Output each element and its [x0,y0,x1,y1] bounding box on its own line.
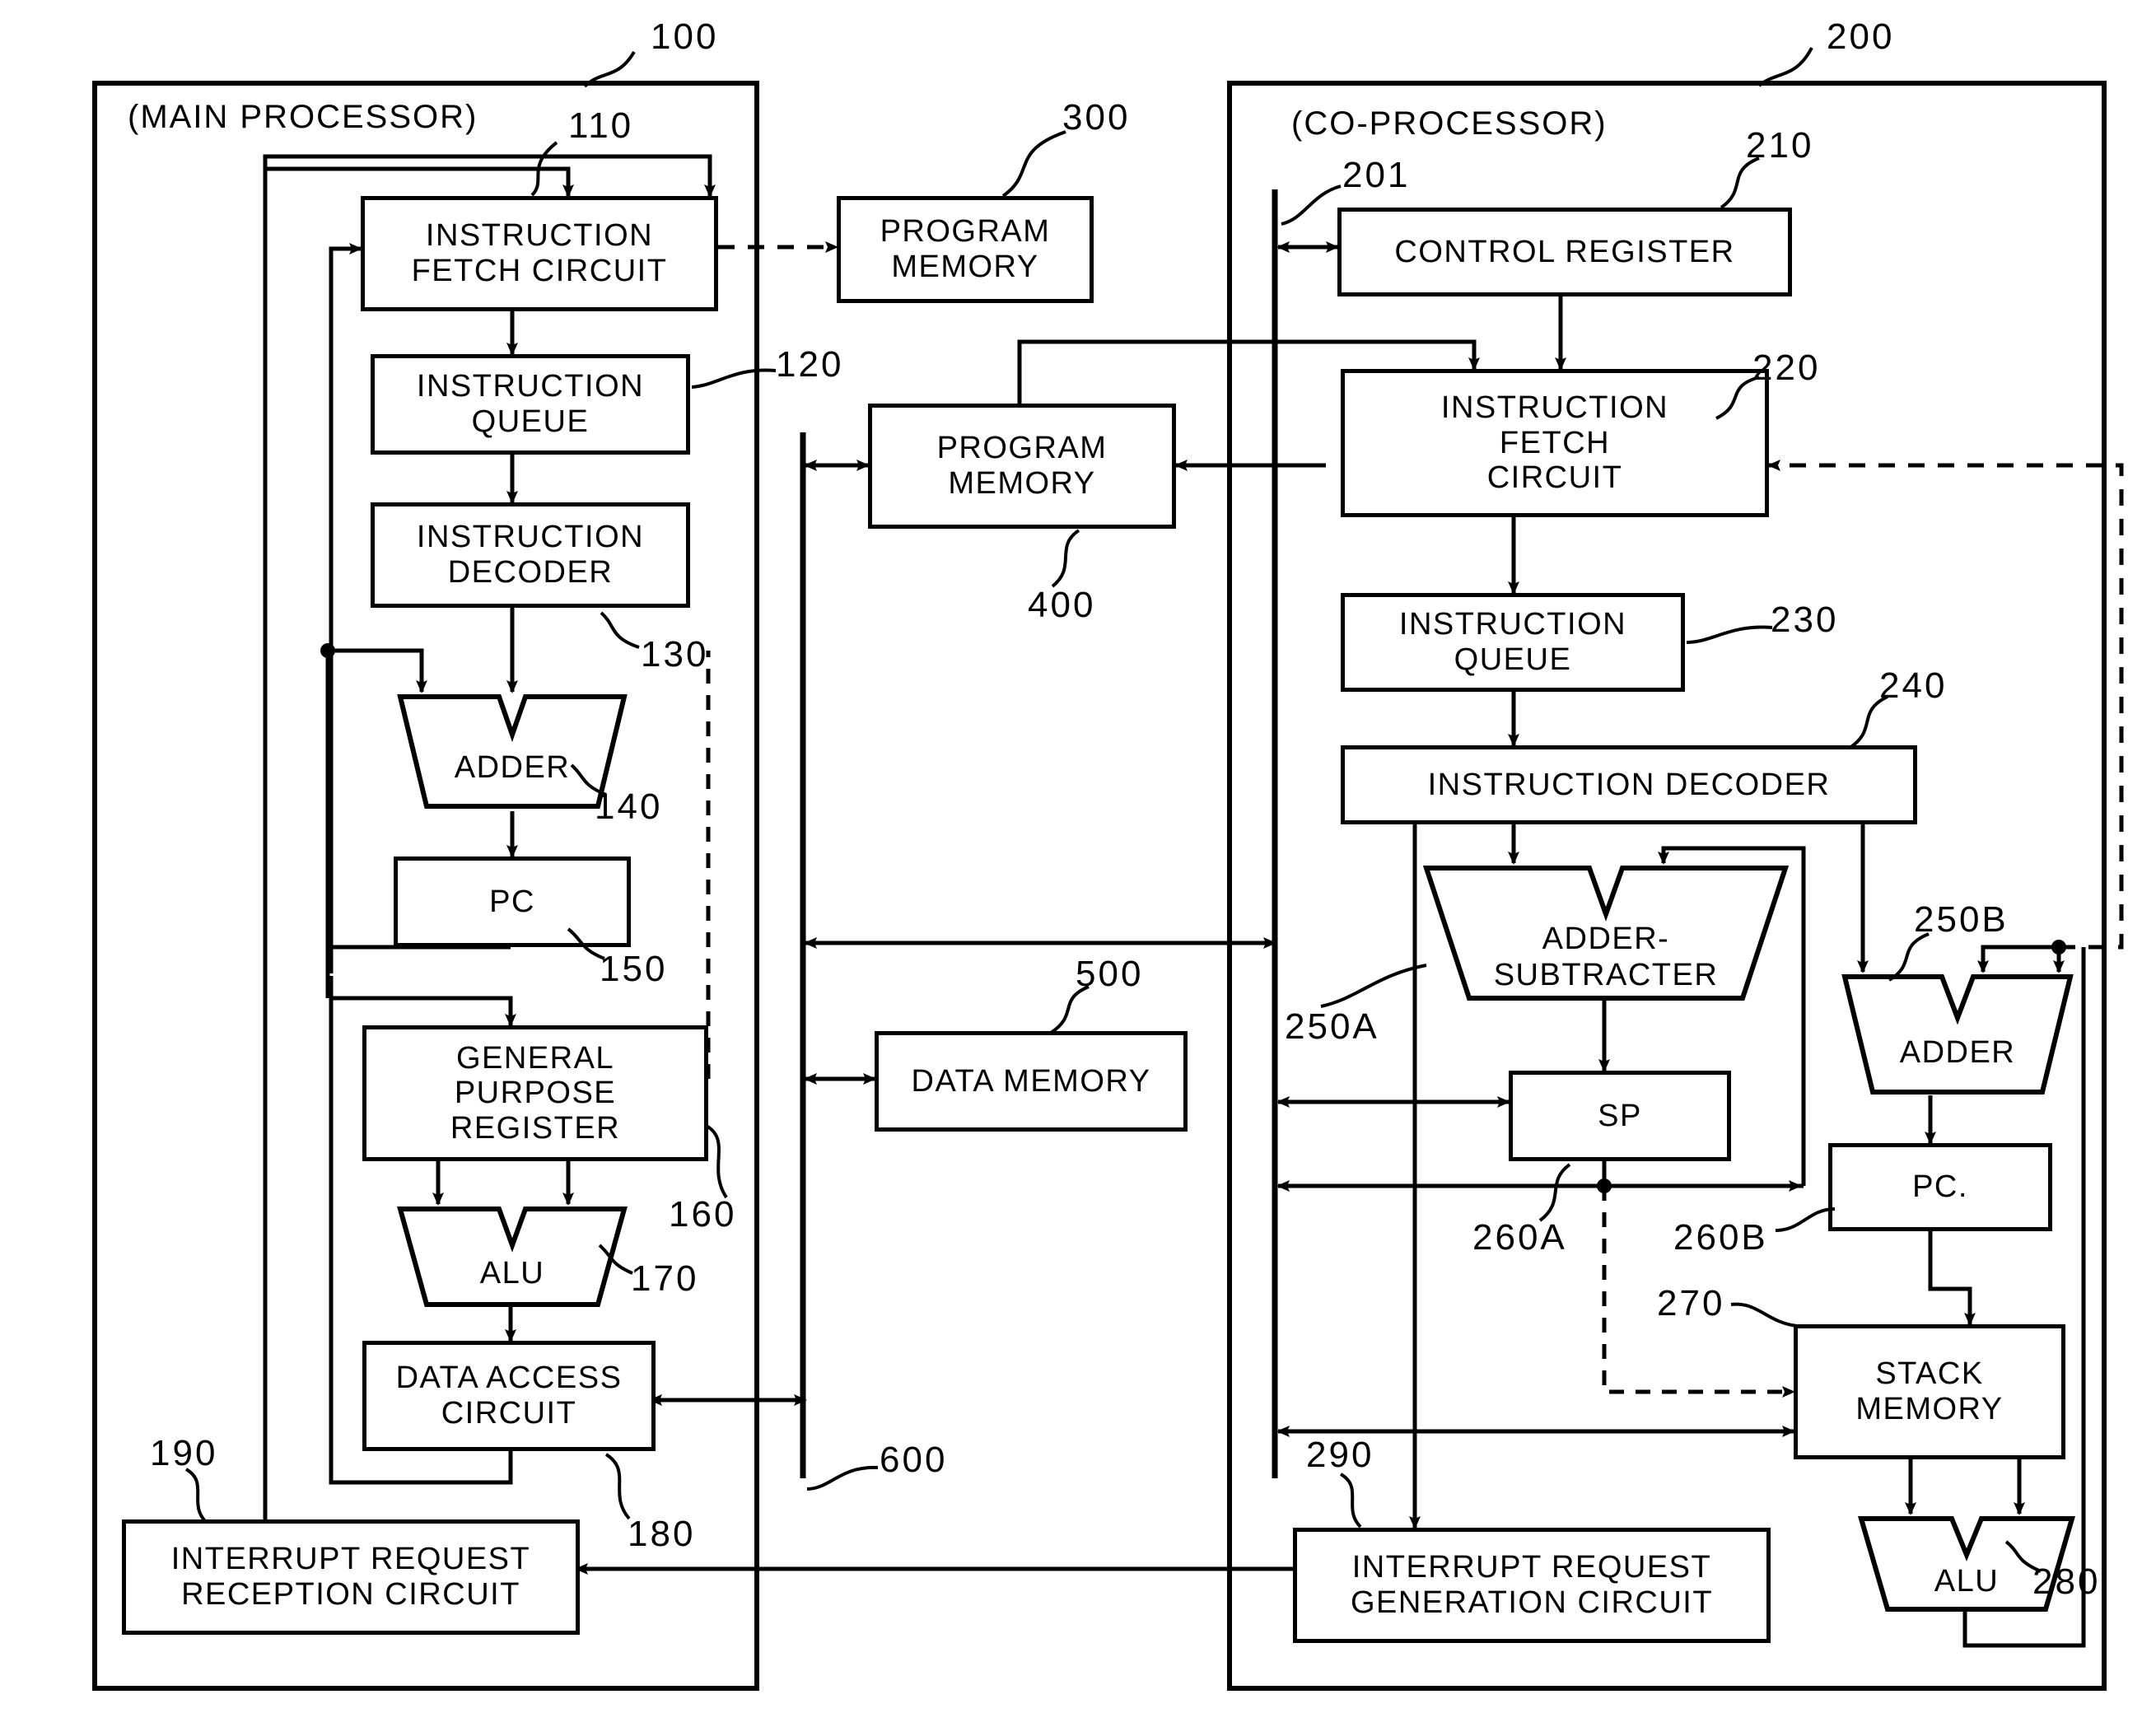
block-adder-subtracter[interactable]: ADDER- SUBTRACTER [1420,863,1792,1003]
label-instruction: INSTRUCTION [416,369,645,404]
label-program: PROGRAM [880,214,1051,250]
leader-150 [567,927,605,960]
label-stack: STACK [1875,1356,1984,1392]
block-alu[interactable]: ALU [394,1204,631,1309]
ref-270: 270 [1657,1283,1725,1323]
label-purpose: PURPOSE [454,1076,617,1111]
block-instruction-decoder-2[interactable]: INSTRUCTION DECODER [1341,745,1917,824]
figure-canvas: (MAIN PROCESSOR) 100 INSTRUCTION FETCH C… [0,0,2156,1713]
label-register: REGISTER [450,1110,621,1146]
label-fetch-circuit: FETCH CIRCUIT [411,254,668,288]
label-data-access: DATA ACCESS [395,1361,623,1396]
leader-260A [1538,1163,1571,1222]
block-instruction-queue[interactable]: INSTRUCTION QUEUE [371,354,690,455]
label-instruction-decoder: INSTRUCTION DECODER [1427,767,1831,802]
leader-190 [184,1468,208,1524]
leader-140 [570,763,607,796]
leader-201 [1281,184,1342,226]
label-reception-circuit: RECEPTION CIRCUIT [181,1577,520,1612]
leader-180 [604,1453,631,1520]
main-processor-title: (MAIN PROCESSOR) [128,99,478,135]
block-instruction-decoder[interactable]: INSTRUCTION DECODER [371,502,690,608]
leader-130 [600,611,640,649]
leader-270 [1730,1302,1798,1328]
label-decoder: DECODER [447,555,614,590]
block-pc-2[interactable]: PC. [1828,1143,2052,1231]
label-sp: SP [1598,1098,1642,1133]
label-subtracter: SUBTRACTER [1493,958,1719,992]
block-instruction-fetch-circuit[interactable]: INSTRUCTION FETCH CIRCUIT [361,196,718,311]
block-interrupt-request-generation-circuit[interactable]: INTERRUPT REQUEST GENERATION CIRCUIT [1293,1528,1771,1643]
leader-160 [703,1123,728,1199]
leader-240 [1848,695,1888,749]
block-general-purpose-register[interactable]: GENERAL PURPOSE REGISTER [362,1025,708,1161]
label-pc-dot: PC. [1912,1169,1968,1205]
label-memory: MEMORY [891,250,1039,284]
label-general: GENERAL [455,1040,615,1076]
block-instruction-queue-2[interactable]: INSTRUCTION QUEUE [1341,593,1685,692]
label-interrupt-request: INTERRUPT REQUEST [170,1542,531,1577]
label-instruction: INSTRUCTION [1398,607,1627,642]
leader-210 [1720,156,1760,209]
leader-500 [1049,985,1090,1034]
label-data-memory: DATA MEMORY [911,1063,1151,1099]
label-memory: MEMORY [1855,1392,2004,1426]
block-program-memory-300[interactable]: PROGRAM MEMORY [837,196,1094,303]
leader-250B [1888,932,1930,982]
ref-230: 230 [1771,600,1839,640]
ref-201: 201 [1342,155,1411,195]
label-instruction: INSTRUCTION [425,218,654,254]
block-stack-memory[interactable]: STACK MEMORY [1794,1324,2065,1459]
leader-100 [583,50,636,88]
leader-400 [1051,529,1080,588]
block-adder-2[interactable]: ADDER [1838,972,2077,1097]
label-adder: ADDER [1899,1035,2016,1070]
label-queue: QUEUE [1454,642,1572,677]
label-adder-dash: ADDER- [1542,922,1670,956]
label-queue: QUEUE [471,404,590,439]
label-instruction: INSTRUCTION [1440,390,1669,426]
leader-170 [598,1244,633,1275]
label-generation-circuit: GENERATION CIRCUIT [1350,1585,1714,1620]
label-circuit: CIRCUIT [441,1396,577,1431]
leader-220 [1715,376,1760,420]
leader-600 [806,1465,879,1491]
block-sp[interactable]: SP [1509,1071,1731,1161]
label-fetch: FETCH [1499,425,1611,460]
block-interrupt-request-reception-circuit[interactable]: INTERRUPT REQUEST RECEPTION CIRCUIT [122,1519,580,1635]
label-instruction: INSTRUCTION [416,520,645,555]
block-data-memory-500[interactable]: DATA MEMORY [875,1031,1188,1132]
label-program: PROGRAM [936,431,1108,466]
leader-250A [1320,964,1427,1008]
label-interrupt-request: INTERRUPT REQUEST [1351,1550,1712,1585]
leader-200 [1757,47,1813,87]
leader-290 [1339,1473,1362,1529]
block-instruction-fetch-circuit-2[interactable]: INSTRUCTION FETCH CIRCUIT [1341,369,1769,517]
label-control-register: CONTROL REGISTER [1394,234,1735,269]
ref-260B: 260B [1673,1217,1768,1258]
label-circuit: CIRCUIT [1486,460,1623,496]
leader-110 [530,141,558,197]
ref-120: 120 [776,344,844,385]
label-pc: PC [489,884,535,919]
leader-300 [1001,130,1066,198]
label-alu: ALU [479,1256,545,1291]
block-data-access-circuit[interactable]: DATA ACCESS CIRCUIT [362,1341,656,1451]
leader-260B [1775,1207,1836,1232]
block-program-memory-400[interactable]: PROGRAM MEMORY [868,404,1176,529]
co-processor-title: (CO-PROCESSOR) [1291,105,1608,142]
leader-230 [1686,625,1773,644]
ref-400: 400 [1028,585,1096,625]
ref-290: 290 [1306,1435,1374,1475]
ref-600: 600 [880,1440,948,1480]
label-memory: MEMORY [948,466,1096,501]
block-control-register[interactable]: CONTROL REGISTER [1337,208,1792,296]
leader-280 [2004,1540,2042,1573]
leader-120 [691,368,777,389]
